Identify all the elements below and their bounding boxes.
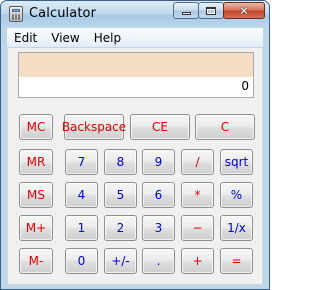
decimal-button[interactable]: . [142, 248, 175, 274]
sign-toggle-button[interactable]: +/- [104, 248, 137, 274]
divide-button[interactable]: / [181, 149, 214, 175]
display: 0 [18, 52, 254, 98]
sqrt-button[interactable]: sqrt [220, 149, 253, 175]
title-bar[interactable]: Calculator ✕ [1, 1, 269, 27]
digit-8-button[interactable]: 8 [104, 149, 137, 175]
digit-4-button[interactable]: 4 [65, 182, 98, 208]
maximize-button[interactable] [198, 2, 224, 19]
digit-0-button[interactable]: 0 [65, 248, 98, 274]
window-title: Calculator [29, 6, 97, 21]
menu-view[interactable]: View [44, 28, 86, 48]
equals-button[interactable]: = [220, 248, 253, 274]
digit-2-button[interactable]: 2 [104, 215, 137, 241]
menu-bar: Edit View Help [7, 28, 263, 48]
digit-7-button[interactable]: 7 [65, 149, 98, 175]
calculator-body: 0 MC MR MS M+ M- Backspace CE C 7 8 9 / … [7, 48, 263, 285]
digit-6-button[interactable]: 6 [142, 182, 175, 208]
add-button[interactable]: + [181, 248, 214, 274]
digit-1-button[interactable]: 1 [65, 215, 98, 241]
digit-3-button[interactable]: 3 [142, 215, 175, 241]
m-plus-button[interactable]: M+ [19, 215, 53, 241]
memory-indicator [19, 53, 253, 77]
ms-button[interactable]: MS [19, 182, 53, 208]
clear-button[interactable]: C [195, 114, 255, 140]
display-value: 0 [241, 79, 249, 93]
close-button[interactable]: ✕ [223, 2, 265, 19]
percent-button[interactable]: % [220, 182, 253, 208]
ce-button[interactable]: CE [130, 114, 190, 140]
digit-9-button[interactable]: 9 [142, 149, 175, 175]
mc-button[interactable]: MC [19, 114, 53, 140]
maximize-icon [206, 6, 216, 15]
minimize-icon [181, 12, 191, 15]
multiply-button[interactable]: * [181, 182, 214, 208]
calculator-window: Calculator ✕ Edit View Help 0 MC MR MS M… [0, 0, 270, 290]
digit-5-button[interactable]: 5 [104, 182, 137, 208]
m-minus-button[interactable]: M- [19, 248, 53, 274]
minimize-button[interactable] [173, 2, 199, 19]
close-icon: ✕ [238, 3, 250, 18]
subtract-button[interactable]: − [181, 215, 214, 241]
backspace-button[interactable]: Backspace [62, 114, 126, 140]
reciprocal-button[interactable]: 1/x [220, 215, 253, 241]
menu-help[interactable]: Help [87, 28, 128, 48]
mr-button[interactable]: MR [19, 149, 53, 175]
calculator-icon [9, 6, 23, 22]
menu-edit[interactable]: Edit [7, 28, 44, 48]
